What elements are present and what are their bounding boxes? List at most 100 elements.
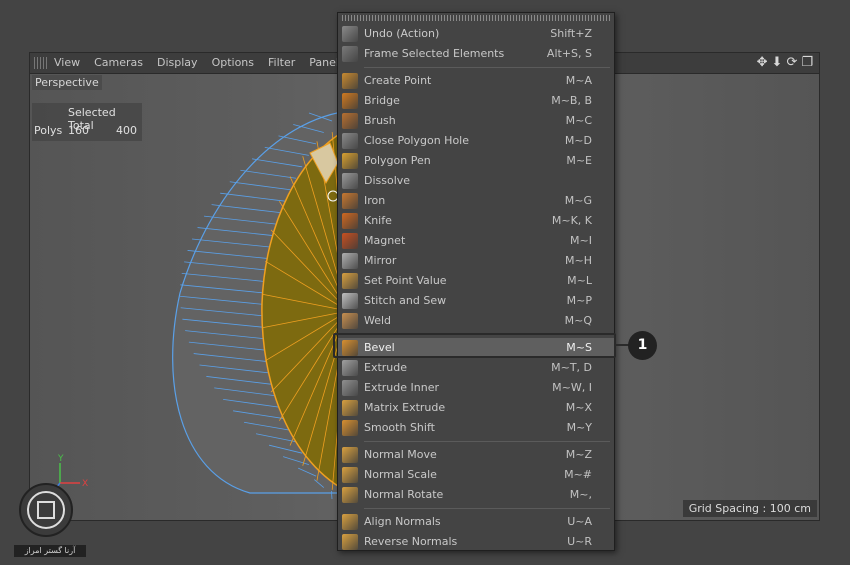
matrix-extrude-icon (342, 400, 358, 416)
bevel-icon (342, 340, 358, 356)
menu-item-extrude-inner[interactable]: Extrude Inner M~W, I (338, 378, 614, 398)
grid-spacing: Grid Spacing : 100 cm (682, 500, 817, 517)
normal-rotate-icon (342, 487, 358, 503)
menu-item-label: Normal Scale (364, 468, 437, 481)
menu-separator (364, 334, 610, 335)
menu-item-label: Brush (364, 114, 396, 127)
menu-item-brush[interactable]: Brush M~C (338, 111, 614, 131)
menu-item-iron[interactable]: Iron M~G (338, 191, 614, 211)
smooth-shift-icon (342, 420, 358, 436)
menu-item-shortcut: M~, (569, 488, 592, 501)
extrude-inner-icon (342, 380, 358, 396)
menu-item-stitch-and-sew[interactable]: Stitch and Sew M~P (338, 291, 614, 311)
menu-item-weld[interactable]: Weld M~Q (338, 311, 614, 331)
set-point-value-icon (342, 273, 358, 289)
menu-item-label: Frame Selected Elements (364, 47, 505, 60)
menu-item-align-normals[interactable]: Align Normals U~A (338, 512, 614, 532)
menu-item-normal-scale[interactable]: Normal Scale M~# (338, 465, 614, 485)
menu-item-shortcut: Shift+Z (550, 27, 592, 40)
menu-item-shortcut: M~Q (564, 314, 592, 327)
menu-item-reverse-normals[interactable]: Reverse Normals U~R (338, 532, 614, 552)
stitch-icon (342, 293, 358, 309)
menu-item-label: Bevel (364, 341, 395, 354)
menu-item-shortcut: U~R (567, 535, 592, 548)
menu-item-label: Undo (Action) (364, 27, 440, 40)
menu-item-shortcut: M~A (565, 74, 592, 87)
bridge-icon (342, 93, 358, 109)
menu-item-mirror[interactable]: Mirror M~H (338, 251, 614, 271)
menu-item-shortcut: M~K, K (551, 214, 592, 227)
menu-filter[interactable]: Filter (268, 56, 295, 69)
menu-item-extrude[interactable]: Extrude M~T, D (338, 358, 614, 378)
close-hole-icon (342, 133, 358, 149)
menu-item-label: Extrude Inner (364, 381, 439, 394)
menu-item-label: Close Polygon Hole (364, 134, 470, 147)
brush-icon (342, 113, 358, 129)
menu-item-normal-rotate[interactable]: Normal Rotate M~, (338, 485, 614, 505)
menu-item-undo-action[interactable]: Undo (Action) Shift+Z (338, 24, 614, 44)
undo-icon (342, 26, 358, 42)
menu-item-polygon-pen[interactable]: Polygon Pen M~E (338, 151, 614, 171)
menu-item-shortcut: M~I (570, 234, 592, 247)
menu-item-label: Create Point (364, 74, 432, 87)
menu-item-shortcut: M~H (565, 254, 592, 267)
extrude-icon (342, 360, 358, 376)
menu-item-shortcut: M~G (564, 194, 592, 207)
menu-item-shortcut: M~T, D (551, 361, 592, 374)
menu-options[interactable]: Options (212, 56, 254, 69)
knife-icon (342, 213, 358, 229)
menu-item-label: Mirror (364, 254, 397, 267)
menu-panel[interactable]: Panel (309, 56, 339, 69)
menu-item-matrix-extrude[interactable]: Matrix Extrude M~X (338, 398, 614, 418)
menu-item-label: Bridge (364, 94, 400, 107)
menu-item-bevel[interactable]: Bevel M~S (338, 338, 614, 358)
menu-item-label: Matrix Extrude (364, 401, 446, 414)
menu-item-label: Reverse Normals (364, 535, 458, 548)
menu-item-frame-selected-elements[interactable]: Frame Selected Elements Alt+S, S (338, 44, 614, 64)
step-badge: 1 (628, 331, 657, 360)
menu-separator (364, 441, 610, 442)
hud-row-label: Polys (34, 124, 63, 137)
menu-item-set-point-value[interactable]: Set Point Value M~L (338, 271, 614, 291)
menu-display[interactable]: Display (157, 56, 198, 69)
menu-item-shortcut: M~Y (566, 421, 592, 434)
menu-item-shortcut: U~A (567, 515, 592, 528)
selection-hud: Selected Total Polys 160 400 (32, 103, 142, 141)
menu-cameras[interactable]: Cameras (94, 56, 143, 69)
menu-item-label: Magnet (364, 234, 406, 247)
hud-selected: 160 (68, 124, 89, 137)
menu-item-knife[interactable]: Knife M~K, K (338, 211, 614, 231)
axis-y-label: Y (57, 454, 64, 464)
dissolve-icon (342, 173, 358, 189)
menu-item-shortcut: M~W, I (552, 381, 592, 394)
menu-item-shortcut: M~# (564, 468, 592, 481)
menu-item-shortcut: M~Z (565, 448, 592, 461)
menu-item-label: Normal Move (364, 448, 437, 461)
menu-item-label: Weld (364, 314, 392, 327)
down-arrow-icon[interactable]: ⬇ (772, 54, 783, 71)
menu-item-label: Align Normals (364, 515, 441, 528)
menu-item-magnet[interactable]: Magnet M~I (338, 231, 614, 251)
magnet-icon (342, 233, 358, 249)
maximize-icon[interactable]: ❐ (801, 54, 813, 71)
rotate-icon[interactable]: ⟳ (786, 54, 797, 71)
menu-item-normal-move[interactable]: Normal Move M~Z (338, 445, 614, 465)
normal-scale-icon (342, 467, 358, 483)
hud-total: 400 (116, 124, 137, 137)
menu-item-label: Extrude (364, 361, 408, 374)
menu-grip-icon[interactable] (342, 15, 610, 21)
menu-item-shortcut: M~C (565, 114, 592, 127)
menu-item-bridge[interactable]: Bridge M~B, B (338, 91, 614, 111)
menu-item-shortcut: M~L (567, 274, 592, 287)
menu-view[interactable]: View (54, 56, 80, 69)
menu-separator (364, 67, 610, 68)
menu-item-smooth-shift[interactable]: Smooth Shift M~Y (338, 418, 614, 438)
move-icon[interactable]: ✥ (757, 54, 768, 71)
align-normals-icon (342, 514, 358, 530)
menu-item-shortcut: M~X (565, 401, 592, 414)
watermark-text: آرنا گستر امراز (14, 545, 86, 557)
menu-item-close-polygon-hole[interactable]: Close Polygon Hole M~D (338, 131, 614, 151)
viewport-grip-icon[interactable] (34, 57, 48, 69)
menu-item-dissolve[interactable]: Dissolve (338, 171, 614, 191)
menu-item-create-point[interactable]: Create Point M~A (338, 71, 614, 91)
